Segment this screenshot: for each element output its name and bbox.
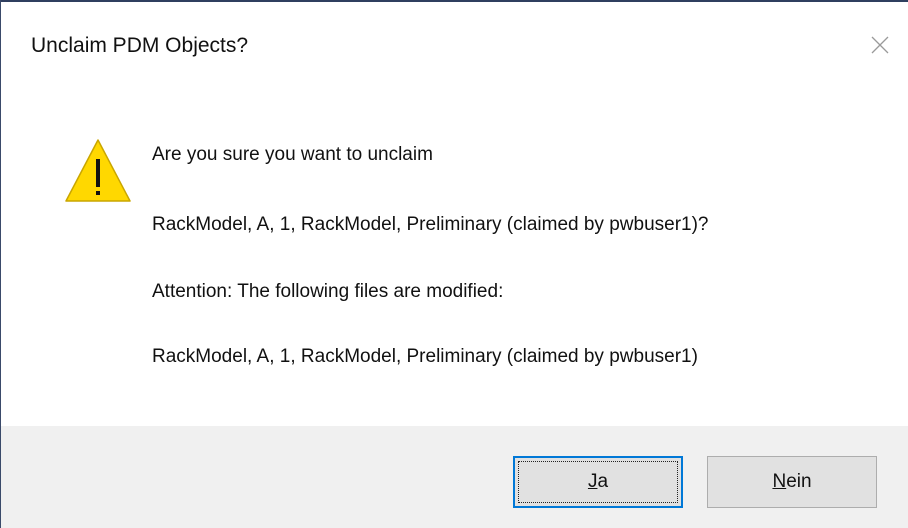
message-attention: Attention: The following files are modif… xyxy=(152,281,504,302)
yes-button-label: Ja xyxy=(587,471,609,492)
close-icon xyxy=(871,36,889,54)
close-button[interactable] xyxy=(865,30,895,60)
unclaim-dialog: Unclaim PDM Objects? Are you sure you wa… xyxy=(0,0,908,528)
no-button-label: Nein xyxy=(772,471,812,492)
warning-icon xyxy=(65,139,131,202)
message-object: RackModel, A, 1, RackModel, Preliminary … xyxy=(152,214,709,235)
dialog-title: Unclaim PDM Objects? xyxy=(31,34,249,57)
no-button[interactable]: Nein xyxy=(707,456,877,508)
message-question: Are you sure you want to unclaim xyxy=(152,144,433,165)
window-top-border xyxy=(1,0,908,2)
yes-button[interactable]: Ja xyxy=(513,456,683,508)
message-modified-files: RackModel, A, 1, RackModel, Preliminary … xyxy=(152,346,698,367)
